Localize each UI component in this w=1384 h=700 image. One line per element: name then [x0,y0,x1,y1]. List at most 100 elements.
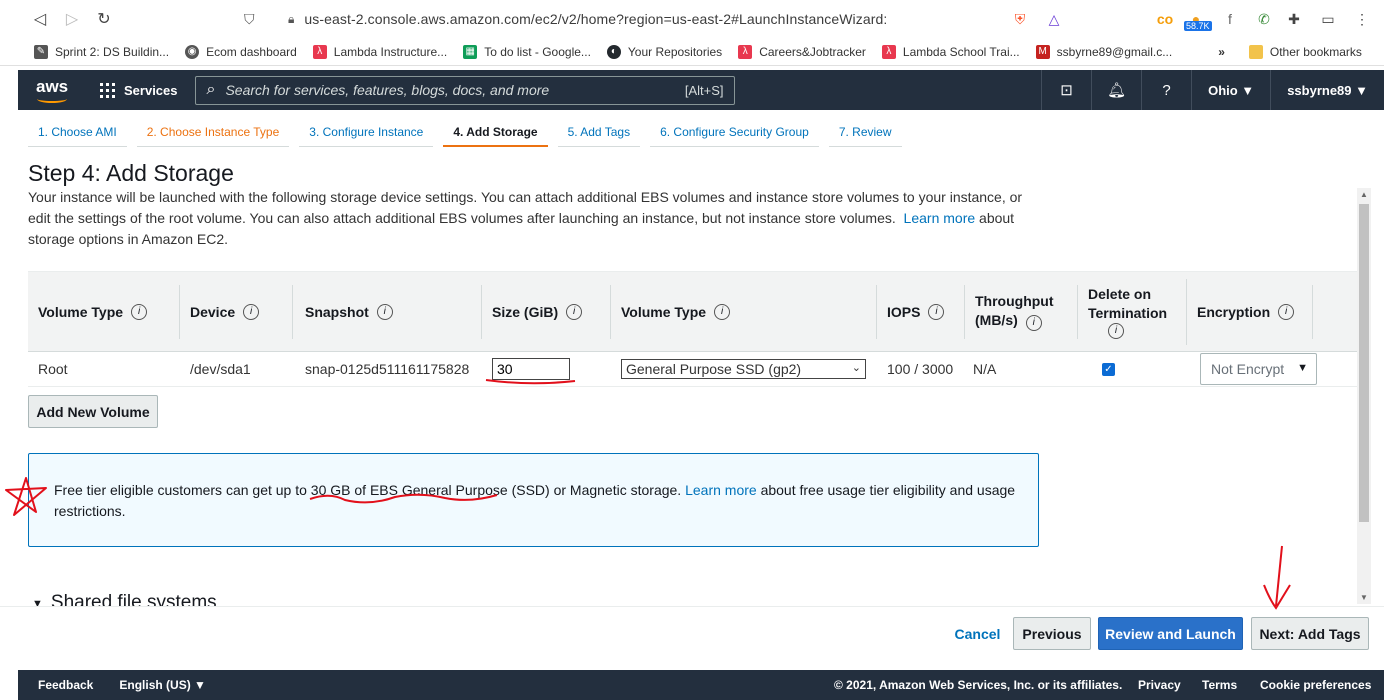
tab-choose-ami[interactable]: 1. Choose AMI [28,118,127,147]
bookmark-item[interactable]: ◉ Ecom dashboard [185,44,297,59]
info-icon[interactable]: i [1025,314,1042,331]
cancel-button[interactable]: Cancel [950,617,1005,650]
bookmark-item[interactable]: λ Careers&Jobtracker [738,44,866,59]
cookie-preferences-link[interactable]: Cookie preferences [1260,678,1371,692]
puzzle-icon[interactable]: ✚ [1284,9,1304,29]
info-icon[interactable]: i [131,303,148,320]
facebook-icon[interactable]: f [1220,9,1240,29]
bookmark-item[interactable]: λ Lambda School Trai... [881,44,1020,59]
folder-icon [1248,44,1263,59]
info-icon[interactable]: i [243,303,260,320]
cell-snapshot: snap-0125d511161175828 [305,361,470,377]
add-new-volume-button[interactable]: Add New Volume [28,395,158,428]
wallet-icon[interactable]: ▭ [1318,9,1338,29]
bookmarks-bar: ✎ Sprint 2: DS Buildin... ◉ Ecom dashboard… [0,38,1384,66]
address-bar[interactable]: ⛉ 🔒︎ us-east-2.console.aws.amazon.com/ec… [240,6,1240,32]
cell-iops: 100 / 3000 [887,361,954,377]
brave-shield-icon[interactable]: ⛨ [1010,9,1030,29]
bookmark-icon[interactable]: ⛉ [244,11,255,28]
caret-down-icon: ▼ [32,598,43,606]
review-and-launch-button[interactable]: Review and Launch [1098,617,1243,650]
shared-file-systems-section[interactable]: ▼ Shared file systems [32,592,217,606]
aws-logo[interactable]: aws [36,75,70,105]
forward-icon[interactable]: ▷ [62,9,82,29]
back-icon[interactable]: ◁ [30,9,50,29]
tab-review[interactable]: 7. Review [828,118,902,147]
tab-configure-security-group[interactable]: 6. Configure Security Group [650,118,819,147]
services-menu[interactable]: Services [100,82,178,98]
col-volume-type-2: Volume Type i [611,284,877,339]
tab-choose-instance-type[interactable]: 2. Choose Instance Type [136,118,290,147]
more-bookmarks-button[interactable]: » [1218,45,1225,59]
info-icon[interactable]: i [928,303,945,320]
info-icon[interactable]: i [566,303,583,320]
next-add-tags-button[interactable]: Next: Add Tags [1251,617,1369,650]
volume-type-select[interactable]: General Purpose SSD (gp2) ⌄ [621,359,866,379]
tab-add-tags[interactable]: 5. Add Tags [557,118,641,147]
col-volume-type: Volume Type i [28,284,180,339]
url-text[interactable]: us-east-2.console.aws.amazon.com/ec2/v2/… [304,11,887,27]
lambda-icon: λ [881,44,896,59]
region-menu[interactable]: Ohio ▼ [1191,70,1270,110]
encryption-select[interactable]: Not Encrypt ▼ [1200,353,1317,385]
col-iops: IOPS i [877,284,965,339]
cell-volume-type-select: General Purpose SSD (gp2) ⌄ [611,359,877,379]
delete-on-termination-checkbox[interactable]: ✓ [1102,362,1115,376]
info-icon[interactable]: i [1108,322,1124,339]
lambda-icon: λ [738,44,753,59]
reload-icon[interactable]: ↻ [94,9,114,29]
search-icon: ⌕ [206,81,216,98]
rewards-triangle-icon[interactable]: △ [1044,9,1064,29]
copyright: © 2021, Amazon Web Services, Inc. or its… [834,678,1123,692]
aws-footer: Feedback English (US) ▼ © 2021, Amazon W… [18,670,1384,700]
bookmark-item[interactable]: λ Lambda Instructure... [312,44,447,59]
bookmark-item[interactable]: Mssbyrne89@gmail.c... [1035,44,1172,59]
search-input[interactable]: ⌕ Search for services, features, blogs, … [194,75,735,105]
browser-toolbar: ◁ ▷ ↻ ⛉ 🔒︎ us-east-2.console.aws.amazon.… [0,0,1384,38]
learn-more-link[interactable]: Learn more [685,482,757,498]
grid-icon [100,82,115,98]
cell-volume-type: Root [38,361,68,377]
col-snapshot: Snapshot i [293,284,482,339]
col-device: Device i [180,284,293,339]
chevron-down-icon: ⌄ [851,362,861,374]
arrow-annotation [1263,545,1291,610]
other-bookmarks[interactable]: Other bookmarks [1248,44,1362,59]
size-input[interactable] [492,358,570,380]
bell-icon[interactable]: 🔔︎ [1091,70,1141,110]
free-tier-highlight: 30 GB of EBS General Purpose [310,482,508,498]
previous-button[interactable]: Previous [1013,617,1091,650]
cell-encryption: Not Encrypt ▼ [1187,353,1317,385]
extension-badge: 58.7K [1184,21,1212,31]
extension-co-icon[interactable]: co [1155,9,1175,29]
info-icon[interactable]: i [376,303,393,320]
free-tier-text: Free tier eligible customers can get up … [54,482,1016,519]
tab-add-storage[interactable]: 4. Add Storage [443,118,548,147]
pencil-icon: ✎ [34,44,48,59]
lambda-icon: λ [312,44,327,59]
account-menu[interactable]: ssbyrne89 ▼ [1270,70,1384,110]
help-icon[interactable]: ? [1141,70,1191,110]
privacy-link[interactable]: Privacy [1138,678,1181,692]
language-menu[interactable]: English (US) ▼ [119,678,206,692]
bookmark-item[interactable]: ✎ Sprint 2: DS Buildin... [34,44,169,59]
aws-console-header: aws Services ⌕ Search for services, feat… [18,70,1384,110]
content-scrollbar[interactable]: ▲ ▼ [1357,188,1371,604]
table-row: Root /dev/sda1 snap-0125d511161175828 Ge… [28,351,1357,387]
terms-link[interactable]: Terms [1202,678,1237,692]
github-icon: ◐ [606,44,621,59]
learn-more-link[interactable]: Learn more [904,210,976,226]
info-icon[interactable]: i [714,303,731,320]
info-icon[interactable]: i [1278,303,1295,320]
globe-icon: ◉ [185,44,200,59]
feedback-link[interactable]: Feedback [38,678,93,692]
col-delete-on-termination: Delete on Termination i [1078,278,1187,345]
phone-icon[interactable]: ✆ [1254,9,1274,29]
tab-configure-instance[interactable]: 3. Configure Instance [299,118,434,147]
cell-device: /dev/sda1 [190,361,251,377]
cloudshell-icon[interactable]: ⊡ [1041,70,1091,110]
wizard-steps: 1. Choose AMI 2. Choose Instance Type 3.… [28,118,912,148]
menu-icon[interactable]: ⋮ [1352,9,1372,29]
bookmark-item[interactable]: ▦ To do list - Google... [463,44,591,59]
bookmark-item[interactable]: ◐ Your Repositories [606,44,722,59]
